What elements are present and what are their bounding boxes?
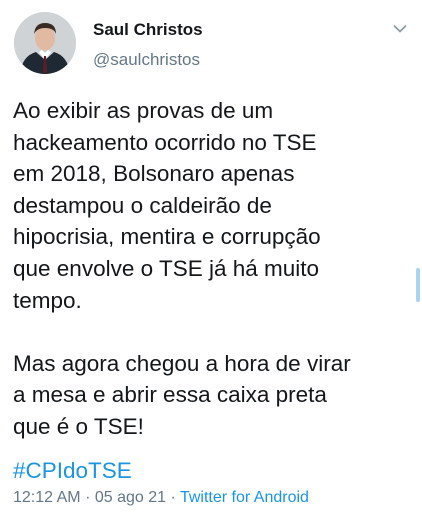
meta-separator: · [170, 489, 176, 506]
display-name[interactable]: Saul Christos [93, 20, 203, 40]
tweet-time: 12:12 AM [13, 489, 81, 506]
tweet-meta: 12:12 AM · 05 ago 21 · Twitter for Andro… [13, 489, 309, 507]
tweet-text: Ao exibir as provas de um hackeamento oc… [13, 98, 351, 439]
meta-separator: · [85, 489, 91, 506]
tweet-date: 05 ago 21 [94, 489, 167, 506]
tweet-card: Saul Christos @saulchristos Ao exibir as… [0, 0, 422, 520]
user-handle[interactable]: @saulchristos [93, 50, 200, 70]
scrollbar-thumb[interactable] [416, 268, 420, 302]
avatar-image [14, 12, 76, 74]
chevron-down-icon[interactable] [393, 24, 407, 34]
hashtag-link[interactable]: #CPIdoTSE [13, 455, 132, 487]
tweet-source-link[interactable]: Twitter for Android [180, 489, 309, 506]
avatar[interactable] [14, 12, 76, 74]
